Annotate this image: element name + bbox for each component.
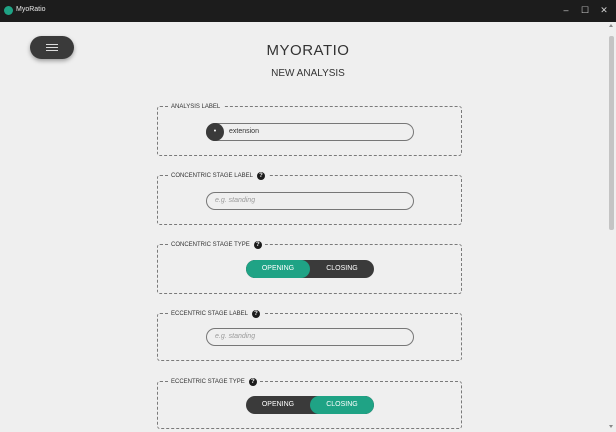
app-name: MYORATIO bbox=[266, 42, 350, 59]
eccentric-stage-label-placeholder: e.g. standing bbox=[215, 333, 256, 340]
help-icon[interactable]: ? bbox=[248, 377, 257, 386]
analysis-label-section: ANALYSIS LABEL • extension bbox=[157, 101, 462, 156]
close-button[interactable]: ✕ bbox=[598, 4, 610, 16]
eccentric-stage-type-section: ECCENTRIC STAGE TYPE ? OPENING CLOSING bbox=[157, 376, 462, 429]
help-icon[interactable]: ? bbox=[251, 309, 260, 318]
concentric-stage-label-input[interactable]: e.g. standing bbox=[206, 192, 414, 210]
scroll-up-arrow-icon[interactable] bbox=[609, 24, 613, 27]
page-title: NEW ANALYSIS bbox=[271, 68, 345, 79]
scrollbar-thumb[interactable] bbox=[609, 36, 614, 230]
eccentric-opening-option[interactable]: OPENING bbox=[246, 396, 310, 414]
analysis-label-input[interactable]: • extension bbox=[206, 123, 414, 141]
window-title: MyoRatio bbox=[16, 6, 46, 13]
analysis-label-value: extension bbox=[229, 128, 259, 135]
eccentric-stage-label-legend: ECCENTRIC STAGE LABEL bbox=[171, 310, 248, 317]
minimize-button[interactable]: – bbox=[560, 4, 572, 16]
concentric-stage-label-placeholder: e.g. standing bbox=[215, 197, 256, 204]
help-icon[interactable]: ? bbox=[253, 240, 262, 249]
eccentric-closing-option[interactable]: CLOSING bbox=[310, 396, 374, 414]
window-titlebar: MyoRatio – ☐ ✕ bbox=[0, 0, 616, 22]
concentric-stage-label-section: CONCENTRIC STAGE LABEL ? e.g. standing bbox=[157, 170, 462, 225]
analysis-label-legend: ANALYSIS LABEL bbox=[171, 103, 221, 110]
maximize-button[interactable]: ☐ bbox=[579, 4, 591, 16]
concentric-closing-option[interactable]: CLOSING bbox=[310, 260, 374, 278]
eccentric-stage-label-input[interactable]: e.g. standing bbox=[206, 328, 414, 346]
input-badge-icon: • bbox=[206, 123, 224, 141]
concentric-stage-type-legend: CONCENTRIC STAGE TYPE bbox=[171, 241, 250, 248]
concentric-stage-type-toggle: OPENING CLOSING bbox=[246, 260, 374, 278]
concentric-stage-label-legend: CONCENTRIC STAGE LABEL bbox=[171, 172, 253, 179]
concentric-opening-option[interactable]: OPENING bbox=[246, 260, 310, 278]
eccentric-stage-type-legend: ECCENTRIC STAGE TYPE bbox=[171, 378, 245, 385]
app-logo-icon bbox=[4, 6, 13, 15]
scroll-down-arrow-icon[interactable] bbox=[609, 425, 613, 428]
concentric-stage-type-section: CONCENTRIC STAGE TYPE ? OPENING CLOSING bbox=[157, 239, 462, 294]
eccentric-stage-label-section: ECCENTRIC STAGE LABEL ? e.g. standing bbox=[157, 308, 462, 361]
eccentric-stage-type-toggle: OPENING CLOSING bbox=[246, 396, 374, 414]
help-icon[interactable]: ? bbox=[256, 171, 265, 180]
